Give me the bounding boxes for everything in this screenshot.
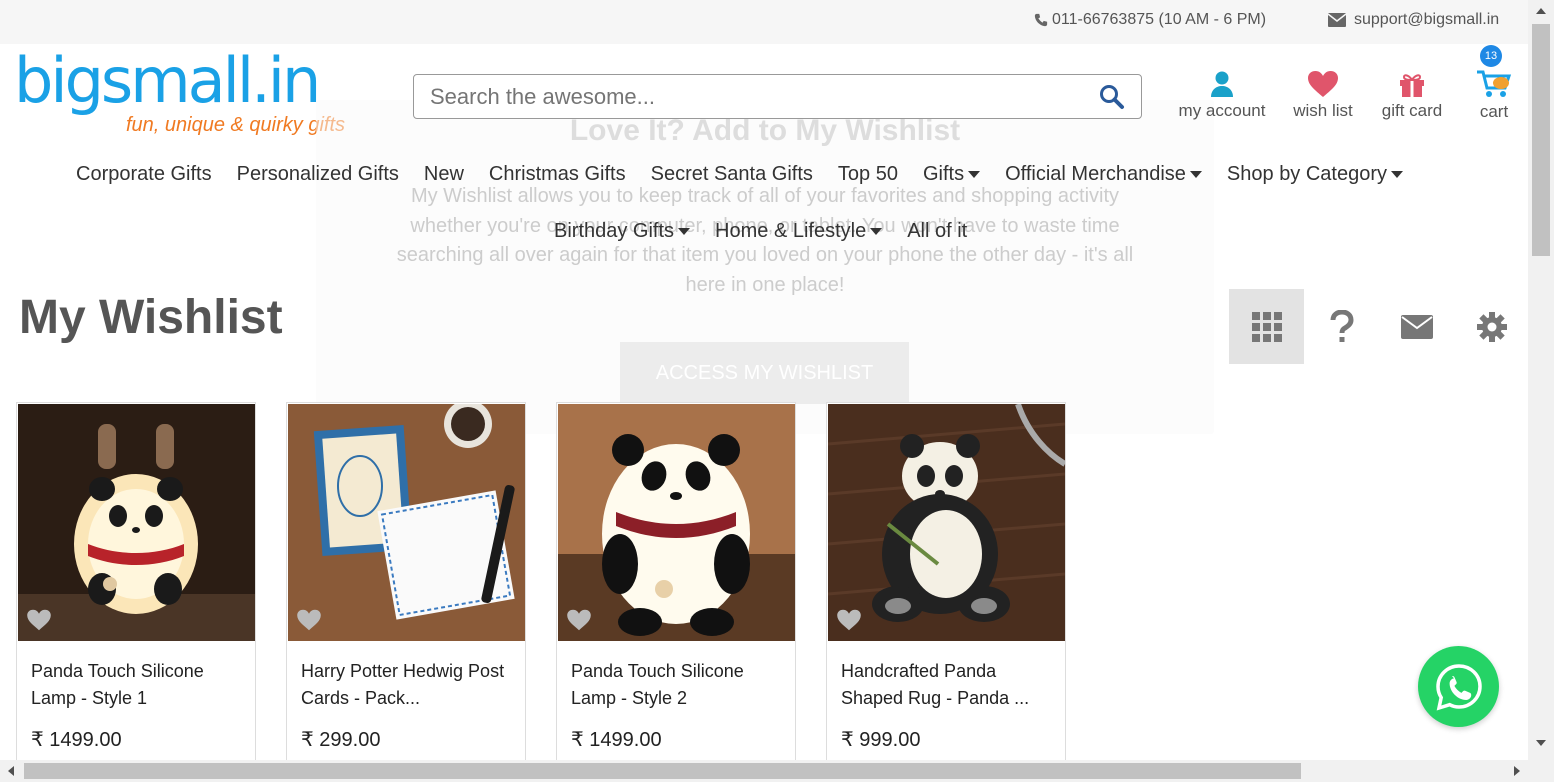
search-input[interactable] [430,75,1090,118]
nav-shop-by-category-label: Shop by Category [1226,163,1388,185]
wish-list-link[interactable]: wish list [1291,66,1355,121]
settings-button[interactable] [1454,289,1529,364]
wishlist-product-card[interactable]: Handcrafted Panda Shaped Rug - Panda ...… [826,402,1066,762]
gift-card-link[interactable]: gift card [1379,66,1445,121]
email-wishlist-button[interactable] [1379,289,1454,364]
grid-icon [1251,311,1282,342]
wishlist-product-card[interactable]: Panda Touch Silicone Lamp - Style 2 ₹ 14… [556,402,796,762]
nav-personalized-gifts[interactable]: Personalized Gifts [237,163,399,186]
nav-gifts-label: Gifts [922,163,965,185]
cart-icon [1477,70,1512,97]
envelope-icon [1400,314,1433,339]
wish-list-label: wish list [1293,101,1353,120]
user-icon [1211,71,1233,97]
wishlist-promo-overlay: Love It? Add to My Wishlist My Wishlist … [316,100,1214,434]
product-name[interactable]: Panda Touch Silicone Lamp - Style 2 [571,658,786,712]
email-contact[interactable]: support@bigsmall.in [1328,11,1499,29]
product-price: ₹ 299.00 [301,729,381,751]
product-price: ₹ 1499.00 [31,729,122,751]
gift-card-label: gift card [1381,101,1443,120]
overlay-title: Love It? Add to My Wishlist [569,114,961,147]
main-nav-row-1: Corporate Gifts Personalized Gifts New C… [76,163,1428,186]
search-bar [413,74,1142,119]
nav-top-50[interactable]: Top 50 [838,163,898,186]
gear-icon [1476,311,1507,342]
horizontal-scrollbar[interactable] [0,760,1554,782]
gift-icon [1400,74,1424,97]
site-logo[interactable]: bigsmall.in fun, unique & quirky gifts [14,44,345,137]
logo-tagline: fun, unique & quirky gifts [126,114,346,136]
product-price: ₹ 1499.00 [571,729,662,751]
cart-link[interactable]: cart [1474,66,1514,122]
my-account-label: my account [1178,101,1266,120]
envelope-icon [1328,13,1346,27]
page-title: My Wishlist [19,291,283,344]
scroll-right-arrow-icon[interactable] [1514,766,1520,776]
nav-birthday-gifts-label: Birthday Gifts [554,220,675,242]
product-name[interactable]: Harry Potter Hedwig Post Cards - Pack... [301,658,516,712]
nav-new[interactable]: New [424,163,464,186]
product-name[interactable]: Panda Touch Silicone Lamp - Style 1 [31,658,246,712]
wishlist-product-card[interactable]: Panda Touch Silicone Lamp - Style 1 ₹ 14… [16,402,256,762]
grid-view-button[interactable] [1229,289,1304,364]
whatsapp-chat-button[interactable] [1418,646,1499,727]
search-icon[interactable] [1099,84,1125,110]
favorite-heart-icon[interactable] [26,609,52,631]
product-image-hedwig-postcards[interactable] [288,404,525,641]
heart-icon [1308,71,1338,97]
logo-wordmark: bigsmall.in [14,44,321,117]
scroll-up-arrow-icon[interactable] [1536,8,1546,14]
nav-official-merchandise-label: Official Merchandise [1005,163,1186,185]
top-bar: 011-66763875 (10 AM - 6 PM) support@bigs… [0,0,1528,44]
phone-text: 011-66763875 (10 AM - 6 PM) [1052,11,1267,28]
vertical-scrollbar[interactable] [1528,0,1554,760]
nav-corporate-gifts[interactable]: Corporate Gifts [76,163,212,186]
scroll-left-arrow-icon[interactable] [8,766,14,776]
product-image-panda-rug[interactable] [828,404,1065,641]
favorite-heart-icon[interactable] [296,609,322,631]
question-icon [1330,309,1354,342]
caret-down-icon [1189,171,1202,178]
caret-down-icon [1391,171,1404,178]
nav-gifts-dropdown[interactable]: Gifts [922,163,981,186]
cart-count-badge: 13 [1480,45,1502,67]
horizontal-scroll-thumb[interactable] [24,763,1301,779]
cart-label: cart [1479,102,1509,121]
nav-all-of-it[interactable]: All of it [907,220,967,243]
nav-home-lifestyle-dropdown[interactable]: Home & Lifestyle [715,220,883,243]
phone-contact[interactable]: 011-66763875 (10 AM - 6 PM) [1034,11,1266,29]
caret-down-icon [968,171,981,178]
nav-official-merchandise-dropdown[interactable]: Official Merchandise [1005,163,1202,186]
nav-birthday-gifts-dropdown[interactable]: Birthday Gifts [554,220,691,243]
favorite-heart-icon[interactable] [836,609,862,631]
nav-shop-by-category-dropdown[interactable]: Shop by Category [1226,163,1404,186]
product-image-panda-lamp-1[interactable] [18,404,255,641]
favorite-heart-icon[interactable] [566,609,592,631]
nav-christmas-gifts[interactable]: Christmas Gifts [489,163,626,186]
whatsapp-icon [1435,663,1482,711]
product-image-panda-lamp-2[interactable] [558,404,795,641]
email-text: support@bigsmall.in [1354,11,1500,28]
wishlist-product-card[interactable]: Harry Potter Hedwig Post Cards - Pack...… [286,402,526,762]
product-price: ₹ 999.00 [841,729,921,751]
wishlist-toolbar [1229,289,1529,364]
access-wishlist-button[interactable]: ACCESS MY WISHLIST [620,342,909,404]
product-name[interactable]: Handcrafted Panda Shaped Rug - Panda ... [841,658,1056,712]
phone-icon [1034,13,1048,27]
vertical-scroll-thumb[interactable] [1532,24,1550,256]
scroll-down-arrow-icon[interactable] [1536,740,1546,746]
main-nav-row-2: Birthday Gifts Home & Lifestyle All of i… [554,220,992,243]
caret-down-icon [678,228,691,235]
nav-secret-santa-gifts[interactable]: Secret Santa Gifts [651,163,813,186]
my-account-link[interactable]: my account [1177,66,1267,121]
caret-down-icon [870,228,883,235]
help-button[interactable] [1304,289,1379,364]
nav-home-lifestyle-label: Home & Lifestyle [715,220,867,242]
